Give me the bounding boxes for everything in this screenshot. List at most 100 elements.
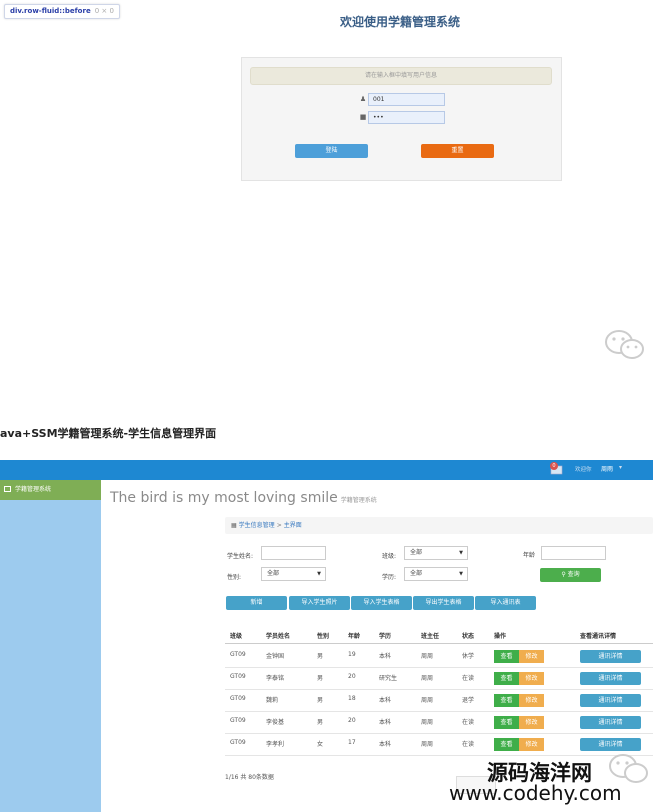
table-cell-teacher: 周周 <box>421 719 434 726</box>
table-cell-age: 20 <box>348 673 356 680</box>
table-cell-name: 李俊基 <box>266 719 285 726</box>
table-header-name: 学员姓名 <box>266 633 291 640</box>
table-header-education: 学历 <box>379 633 392 640</box>
sidebar-item-student-system[interactable]: 学籍管理系统 <box>0 480 101 500</box>
table-cell-name: 李孝利 <box>266 741 285 748</box>
table-header-gender: 性别 <box>317 633 330 640</box>
view-button[interactable]: 查看 <box>494 650 519 663</box>
contact-detail-button[interactable]: 通讯详情 <box>580 672 641 685</box>
chevron-down-icon: ▼ <box>317 571 321 577</box>
grid-icon: ▦ <box>231 522 237 529</box>
row-divider <box>225 711 653 712</box>
user-icon: ♟ <box>359 95 367 103</box>
table-cell-age: 19 <box>348 651 356 658</box>
table-cell-education: 本科 <box>379 741 392 748</box>
class-select[interactable]: 全部 ▼ <box>404 546 468 560</box>
table-cell-gender: 女 <box>317 741 324 748</box>
breadcrumb-section-link[interactable]: 学生信息管理 <box>239 522 275 529</box>
query-button[interactable]: ⚲ 查询 <box>540 568 601 582</box>
sidebar-item-label: 学籍管理系统 <box>15 486 52 493</box>
student-name-input[interactable] <box>261 546 326 560</box>
table-cell-class: GT09 <box>230 651 246 658</box>
table-header-teacher: 班主任 <box>421 633 440 640</box>
education-select-value: 全部 <box>410 570 423 577</box>
edit-button[interactable]: 修改 <box>519 672 544 685</box>
table-header-status: 状态 <box>462 633 475 640</box>
student-name-label: 学生姓名: <box>227 553 254 560</box>
age-label: 年龄 <box>523 552 536 559</box>
education-select[interactable]: 全部 ▼ <box>404 567 468 581</box>
table-cell-teacher: 周周 <box>421 741 434 748</box>
chevron-down-icon: ▼ <box>459 550 463 556</box>
table-cell-status: 退学 <box>462 697 475 704</box>
contact-detail-button[interactable]: 通讯详情 <box>580 650 641 663</box>
edit-button[interactable]: 修改 <box>519 650 544 663</box>
view-button[interactable]: 查看 <box>494 672 519 685</box>
headline-text: The bird is my most loving smile <box>110 490 338 506</box>
import-contacts-button[interactable]: 导入通讯表 <box>475 596 536 610</box>
notification-badge: 0 <box>550 462 558 470</box>
contact-detail-button[interactable]: 通讯详情 <box>580 738 641 751</box>
table-cell-class: GT09 <box>230 673 246 680</box>
table-header-actions: 操作 <box>494 633 507 640</box>
pagination-info: 1/16 共 80条数据 <box>225 774 274 781</box>
wechat-watermark-icon <box>605 330 644 359</box>
username-input[interactable]: 001 <box>368 93 445 106</box>
row-divider <box>225 667 653 668</box>
gender-select[interactable]: 全部 ▼ <box>261 567 326 581</box>
table-cell-class: GT09 <box>230 717 246 724</box>
devtools-size: 0 × 0 <box>94 7 114 15</box>
table-cell-name: 金钟国 <box>266 653 285 660</box>
watermark-site-url: www.codehy.com <box>449 781 622 805</box>
headline-subtitle: 学籍管理系统 <box>340 497 377 504</box>
devtools-element-tag: div.row-fluid::before 0 × 0 <box>4 4 120 19</box>
table-cell-education: 本科 <box>379 653 392 660</box>
add-student-button[interactable]: 新增 <box>226 596 287 610</box>
view-button[interactable]: 查看 <box>494 738 519 751</box>
login-button[interactable]: 登陆 <box>295 144 368 158</box>
table-header-class: 班级 <box>230 633 243 640</box>
user-menu[interactable]: 周雨 <box>601 464 613 473</box>
edit-button[interactable]: 修改 <box>519 716 544 729</box>
table-cell-age: 20 <box>348 717 356 724</box>
breadcrumb-current: 主界面 <box>283 522 302 529</box>
table-cell-class: GT09 <box>230 739 246 746</box>
table-cell-status: 在读 <box>462 741 475 748</box>
export-sheet-button[interactable]: 导出学生表格 <box>413 596 474 610</box>
table-cell-education: 研究生 <box>379 675 398 682</box>
table-cell-gender: 男 <box>317 653 324 660</box>
view-button[interactable]: 查看 <box>494 694 519 707</box>
login-hint: 请在输入框中填写用户信息 <box>250 67 552 85</box>
section-caption: ava+SSM学籍管理系统-学生信息管理界面 <box>0 427 217 440</box>
table-cell-education: 本科 <box>379 719 392 726</box>
contact-detail-button[interactable]: 通讯详情 <box>580 694 641 707</box>
row-divider <box>225 689 653 690</box>
view-button[interactable]: 查看 <box>494 716 519 729</box>
row-divider <box>225 733 653 734</box>
chevron-down-icon[interactable]: ▾ <box>619 464 622 471</box>
query-button-label: 查询 <box>567 571 580 578</box>
import-sheet-button[interactable]: 导入学生表格 <box>351 596 412 610</box>
page-headline: The bird is my most loving smile 学籍管理系统 <box>110 490 377 506</box>
devtools-selector: div.row-fluid::before <box>10 7 91 15</box>
class-select-value: 全部 <box>410 549 423 556</box>
table-cell-teacher: 周周 <box>421 675 434 682</box>
contact-detail-button[interactable]: 通讯详情 <box>580 716 641 729</box>
table-cell-teacher: 周周 <box>421 653 434 660</box>
welcome-label: 欢迎你 <box>575 467 592 473</box>
edit-button[interactable]: 修改 <box>519 694 544 707</box>
table-cell-education: 本科 <box>379 697 392 704</box>
table-cell-gender: 男 <box>317 697 324 704</box>
table-header-divider <box>225 643 653 644</box>
reset-button[interactable]: 重置 <box>421 144 494 158</box>
class-label: 班级: <box>382 553 397 560</box>
table-cell-age: 18 <box>348 695 356 702</box>
import-photos-button[interactable]: 导入学生照片 <box>289 596 350 610</box>
table-cell-age: 17 <box>348 739 356 746</box>
sidebar <box>0 480 101 812</box>
login-title: 欢迎使用学籍管理系统 <box>339 15 460 29</box>
row-divider <box>225 755 653 756</box>
age-input[interactable] <box>541 546 606 560</box>
password-input[interactable]: ••• <box>368 111 445 124</box>
edit-button[interactable]: 修改 <box>519 738 544 751</box>
